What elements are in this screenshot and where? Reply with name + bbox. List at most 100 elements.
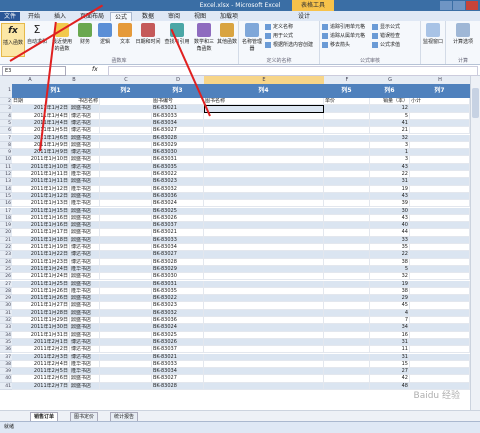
row-number[interactable]: 31 [0,309,12,317]
quantity-cell[interactable]: 22 [370,171,410,179]
quantity-cell[interactable]: 34 [370,324,410,332]
empty-cell[interactable] [100,134,152,142]
price-cell[interactable] [324,375,370,383]
row-number[interactable]: 38 [0,360,12,369]
subtotal-cell[interactable] [410,375,470,383]
price-cell[interactable] [324,156,370,164]
book-name-cell[interactable] [204,141,324,150]
book-name-cell[interactable] [204,295,324,303]
empty-cell[interactable] [100,171,152,179]
row-number[interactable]: 3 [0,105,12,113]
store-cell[interactable]: 隆华书店 [70,265,100,274]
quantity-cell[interactable]: 22 [370,251,410,259]
remove-arrows-button[interactable]: 移去箭头 [322,41,350,50]
book-id-cell[interactable]: BK-83025 [152,331,204,339]
date-cell[interactable]: 2011年2月2日 [12,346,70,354]
date-cell[interactable]: 2011年1月26日 [12,295,70,303]
row-number[interactable]: 2 [0,98,12,106]
field-cell[interactable]: 小计 [410,98,470,106]
book-name-cell[interactable] [204,280,324,288]
book-name-cell[interactable] [204,163,324,171]
quantity-cell[interactable]: 19 [370,185,410,193]
empty-cell[interactable] [100,375,152,383]
row-number[interactable]: 11 [0,163,12,171]
quantity-cell[interactable]: 44 [370,229,410,237]
scroll-thumb[interactable] [472,88,479,118]
book-name-cell[interactable] [204,207,324,215]
quantity-cell[interactable]: 41 [370,119,410,128]
subtotal-cell[interactable] [410,317,470,325]
store-cell[interactable]: 博达书店 [70,244,100,252]
book-name-cell[interactable] [204,324,324,332]
book-name-cell[interactable] [204,338,324,347]
field-cell[interactable]: 书店名称 [48,98,100,106]
store-cell[interactable]: 隆华书店 [70,200,100,208]
date-cell[interactable]: 2011年1月17日 [12,229,70,237]
empty-cell[interactable] [100,149,152,157]
subtotal-cell[interactable] [410,200,470,208]
date-cell[interactable]: 2011年2月3日 [12,353,70,361]
subtotal-cell[interactable] [410,273,470,281]
date-cell[interactable]: 2011年1月12日 [12,185,70,193]
subtotal-cell[interactable] [410,368,470,376]
store-cell[interactable]: 鼎盛书店 [70,280,100,288]
price-cell[interactable] [324,141,370,150]
row-number[interactable]: 9 [0,149,12,157]
row-number[interactable]: 7 [0,134,12,142]
tab-home[interactable]: 开始 [24,12,44,21]
book-id-cell[interactable]: BK-83027 [152,375,204,383]
date-cell[interactable]: 2011年1月11日 [12,178,70,186]
calc-options-button[interactable]: 计算选项 [450,23,476,45]
active-cell[interactable] [204,105,324,113]
book-id-cell[interactable]: BK-83034 [152,368,204,376]
quantity-cell[interactable]: 32 [370,134,410,142]
subtotal-cell[interactable] [410,192,470,201]
date-cell[interactable]: 2011年1月22日 [12,251,70,259]
empty-cell[interactable] [100,302,152,310]
quantity-cell[interactable]: 16 [370,331,410,339]
date-cell[interactable]: 2011年2月4日 [12,360,70,369]
date-cell[interactable]: 2011年1月2日 [12,105,70,113]
row-number[interactable]: 13 [0,178,12,186]
create-from-selection-button[interactable]: 根据所选内容创建 [265,41,313,50]
price-cell[interactable] [324,178,370,186]
quantity-cell[interactable]: 19 [370,280,410,288]
empty-cell[interactable] [100,156,152,164]
store-cell[interactable]: 博达书店 [70,338,100,347]
trace-dependents-button[interactable]: 追踪从属单元格 [322,32,365,41]
date-cell[interactable]: 2011年1月16日 [12,222,70,230]
empty-cell[interactable] [100,309,152,317]
row-number[interactable]: 39 [0,368,12,376]
book-name-cell[interactable] [204,317,324,325]
date-cell[interactable]: 2011年1月19日 [12,244,70,252]
date-cell[interactable]: 2011年1月29日 [12,317,70,325]
date-cell[interactable]: 2011年2月7日 [12,382,70,390]
row-number[interactable]: 36 [0,346,12,354]
book-id-cell[interactable]: BK-83022 [152,171,204,179]
store-cell[interactable]: 鼎盛书店 [70,236,100,244]
vertical-scrollbar[interactable] [470,76,480,410]
row-number[interactable]: 10 [0,156,12,164]
empty-cell[interactable] [100,185,152,193]
store-cell[interactable]: 鼎盛书店 [70,105,100,113]
field-cell[interactable]: 销量（本） [370,98,410,106]
book-name-cell[interactable] [204,127,324,135]
price-cell[interactable] [324,295,370,303]
empty-cell[interactable] [100,244,152,252]
price-cell[interactable] [324,200,370,208]
date-cell[interactable]: 2011年2月6日 [12,375,70,383]
subtotal-cell[interactable] [410,105,470,113]
subtotal-cell[interactable] [410,360,470,369]
date-cell[interactable]: 2011年1月24日 [12,273,70,281]
price-cell[interactable] [324,134,370,142]
empty-cell[interactable] [100,331,152,339]
book-id-cell[interactable]: BK-83023 [152,178,204,186]
row-number[interactable]: 32 [0,317,12,325]
book-name-cell[interactable] [204,382,324,390]
book-id-cell[interactable]: BK-83036 [152,317,204,325]
subtotal-cell[interactable] [410,134,470,142]
store-cell[interactable]: 鼎盛书店 [70,222,100,230]
price-cell[interactable] [324,273,370,281]
price-cell[interactable] [324,105,370,113]
subtotal-cell[interactable] [410,353,470,361]
